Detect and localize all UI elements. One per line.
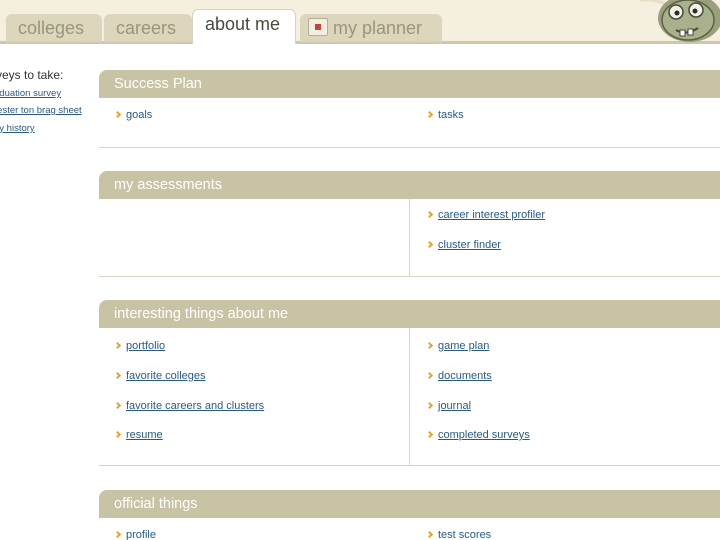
survey-link-brag-sheet[interactable]: rester ton brag sheet bbox=[0, 105, 82, 116]
chevron-right-icon bbox=[425, 530, 434, 539]
planner-icon bbox=[308, 18, 328, 36]
link-label: test scores bbox=[438, 529, 492, 540]
link-tasks[interactable]: tasks bbox=[425, 109, 464, 121]
link-label: cluster finder bbox=[438, 239, 501, 251]
link-favorite-colleges[interactable]: favorite colleges bbox=[113, 370, 206, 382]
tab-my-planner-label: my planner bbox=[333, 18, 423, 38]
section-body: portfolio favorite colleges favorite car… bbox=[99, 328, 720, 466]
section-header: official things bbox=[99, 490, 720, 518]
link-journal[interactable]: journal bbox=[425, 400, 472, 412]
link-portfolio[interactable]: portfolio bbox=[113, 340, 166, 352]
link-favorite-careers-clusters[interactable]: favorite careers and clusters bbox=[113, 400, 265, 412]
chevron-right-icon bbox=[425, 371, 434, 380]
chevron-right-icon bbox=[425, 341, 434, 350]
tab-about-me[interactable]: about me bbox=[192, 9, 296, 44]
section-success-plan: Success Plan goals tasks bbox=[99, 70, 720, 148]
link-completed-surveys[interactable]: completed surveys bbox=[425, 429, 530, 441]
chevron-right-icon bbox=[425, 210, 434, 219]
chevron-right-icon bbox=[113, 430, 122, 439]
survey-link-graduation[interactable]: aduation survey bbox=[0, 88, 61, 99]
chevron-right-icon bbox=[113, 401, 122, 410]
tab-colleges-label: colleges bbox=[18, 18, 85, 38]
link-label: portfolio bbox=[126, 340, 166, 352]
link-documents[interactable]: documents bbox=[425, 370, 492, 382]
link-goals[interactable]: goals bbox=[113, 109, 153, 121]
tab-colleges[interactable]: colleges bbox=[6, 14, 102, 42]
chevron-right-icon bbox=[113, 341, 122, 350]
link-label: profile bbox=[126, 529, 156, 540]
section-header: interesting things about me bbox=[99, 300, 720, 328]
chevron-right-icon bbox=[113, 530, 122, 539]
link-label: tasks bbox=[438, 109, 464, 121]
link-label: goals bbox=[126, 109, 153, 121]
chevron-right-icon bbox=[113, 110, 122, 119]
section-official-things: official things profile test scores bbox=[99, 490, 720, 540]
chevron-right-icon bbox=[425, 401, 434, 410]
link-label: career interest profiler bbox=[438, 209, 545, 221]
link-label: resume bbox=[126, 429, 163, 441]
section-interesting-things: interesting things about me portfolio fa… bbox=[99, 300, 720, 466]
column-divider bbox=[409, 328, 410, 465]
link-label: completed surveys bbox=[438, 429, 530, 441]
surveys-heading: veys to take: bbox=[0, 68, 64, 82]
mascot-icon bbox=[640, 0, 720, 44]
section-body: profile test scores bbox=[99, 518, 720, 540]
chevron-right-icon bbox=[113, 371, 122, 380]
section-my-assessments: my assessments career interest profiler … bbox=[99, 171, 720, 277]
tab-my-planner[interactable]: my planner bbox=[300, 14, 442, 42]
link-label: game plan bbox=[438, 340, 490, 352]
link-label: favorite careers and clusters bbox=[126, 400, 265, 412]
section-body: goals tasks bbox=[99, 98, 720, 148]
link-resume[interactable]: resume bbox=[113, 429, 163, 441]
chevron-right-icon bbox=[425, 240, 434, 249]
column-divider bbox=[409, 199, 410, 276]
tab-careers[interactable]: careers bbox=[104, 14, 192, 42]
chevron-right-icon bbox=[425, 430, 434, 439]
link-profile[interactable]: profile bbox=[113, 529, 156, 540]
tab-careers-label: careers bbox=[116, 18, 177, 38]
link-label: documents bbox=[438, 370, 492, 382]
section-header: Success Plan bbox=[99, 70, 720, 98]
survey-link-history[interactable]: ey history bbox=[0, 123, 35, 134]
tab-about-me-label: about me bbox=[205, 14, 281, 34]
link-cluster-finder[interactable]: cluster finder bbox=[425, 239, 501, 251]
link-test-scores[interactable]: test scores bbox=[425, 529, 492, 540]
link-game-plan[interactable]: game plan bbox=[425, 340, 490, 352]
link-career-interest-profiler[interactable]: career interest profiler bbox=[425, 209, 545, 221]
link-label: favorite colleges bbox=[126, 370, 206, 382]
chevron-right-icon bbox=[425, 110, 434, 119]
link-label: journal bbox=[438, 400, 472, 412]
section-body: career interest profiler cluster finder bbox=[99, 199, 720, 277]
section-header: my assessments bbox=[99, 171, 720, 199]
